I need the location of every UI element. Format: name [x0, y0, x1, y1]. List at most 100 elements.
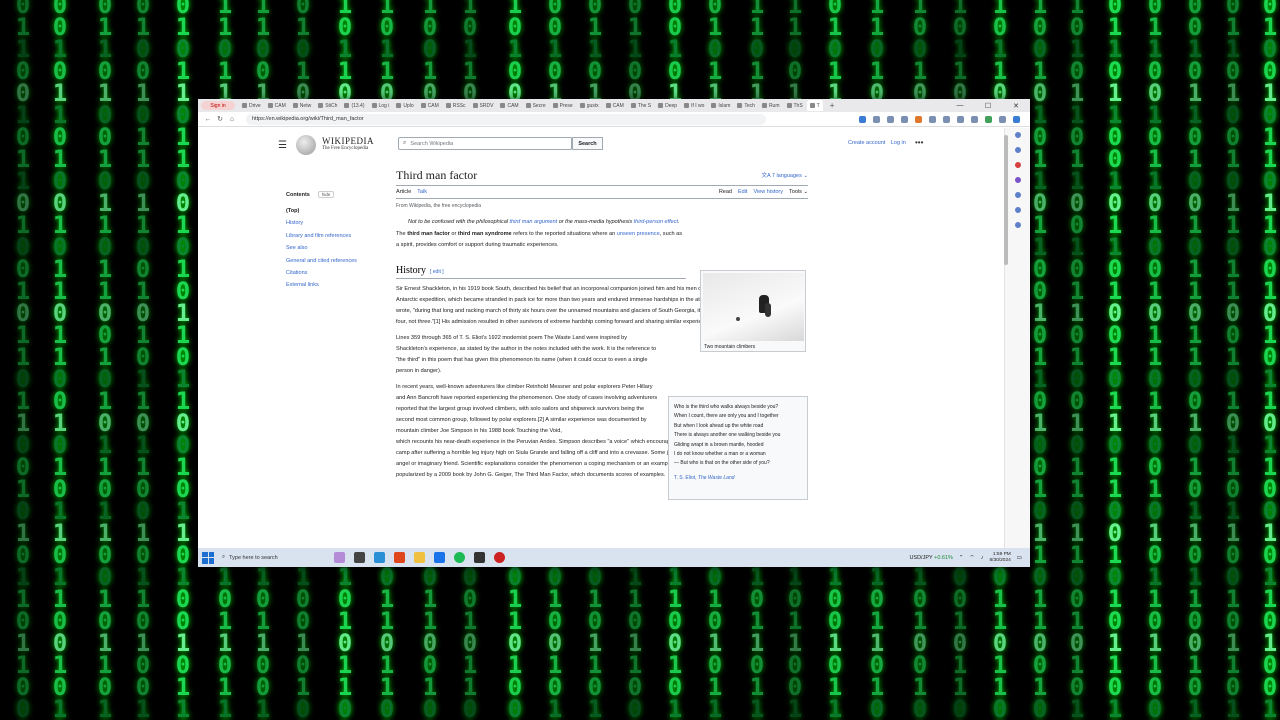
- browser-tab[interactable]: StiCh: [315, 100, 340, 111]
- browser-tab[interactable]: gustx: [577, 100, 602, 111]
- tools-menu[interactable]: Tools ⌄: [789, 189, 808, 195]
- tab-talk[interactable]: Talk: [417, 189, 427, 195]
- browser-tab[interactable]: CAM: [497, 100, 521, 111]
- reload-icon[interactable]: ↻: [214, 115, 226, 123]
- browser-tab[interactable]: If I wo: [681, 100, 707, 111]
- third-person-effect-link[interactable]: third-person effect: [634, 219, 678, 225]
- extension-icon[interactable]: [887, 115, 894, 123]
- wikipedia-wordmark[interactable]: WIKIPEDIA: [322, 136, 374, 146]
- browser-tab[interactable]: RSSc: [443, 100, 469, 111]
- sidebar-app-icon[interactable]: [1014, 222, 1021, 228]
- toc-item[interactable]: History: [286, 220, 386, 226]
- create-account-link[interactable]: Create account: [848, 140, 885, 146]
- tab-edit[interactable]: Edit: [738, 189, 747, 195]
- browser-tab[interactable]: Uplo: [393, 100, 416, 111]
- task-view-icon[interactable]: [354, 552, 365, 563]
- extension-icon[interactable]: [943, 115, 950, 123]
- tab-read[interactable]: Read: [719, 189, 732, 195]
- extension-icon[interactable]: [971, 115, 978, 123]
- extension-icon[interactable]: [859, 115, 866, 123]
- app-icon[interactable]: [474, 552, 485, 563]
- sidebar-app-icon[interactable]: [1014, 177, 1021, 183]
- toc-hide-button[interactable]: hide: [317, 191, 335, 198]
- minimize-icon[interactable]: —: [946, 102, 974, 110]
- quote-attribution[interactable]: T. S. Eliot, The Waste Land: [674, 474, 802, 483]
- browser-tab[interactable]: Log i: [369, 100, 393, 111]
- extension-icon[interactable]: [915, 115, 922, 123]
- back-icon[interactable]: ←: [202, 116, 214, 123]
- sidebar-app-icon[interactable]: [1014, 207, 1021, 213]
- toc-item[interactable]: See also: [286, 245, 386, 251]
- widgets-icon[interactable]: [334, 552, 345, 563]
- close-icon[interactable]: ✕: [1002, 102, 1030, 110]
- browser-tab[interactable]: CAM: [418, 100, 442, 111]
- toc-item[interactable]: Citations: [286, 270, 386, 276]
- app-icon[interactable]: [494, 552, 505, 563]
- sidebar-toggle-icon[interactable]: [1013, 115, 1020, 123]
- brave-icon[interactable]: [394, 552, 405, 563]
- toc-item[interactable]: (Top): [286, 208, 386, 214]
- third-man-argument-link[interactable]: third man argument: [510, 219, 558, 225]
- unseen-presence-link[interactable]: unseen presence: [617, 231, 660, 237]
- favicon-icon: [579, 103, 585, 108]
- log-in-link[interactable]: Log in: [891, 140, 906, 146]
- tab-view-history[interactable]: View history: [753, 189, 783, 195]
- network-icon[interactable]: ⌔: [970, 554, 975, 561]
- browser-tab[interactable]: SRDV: [470, 100, 497, 111]
- edit-section-link[interactable]: [ edit ]: [430, 269, 444, 275]
- notifications-icon[interactable]: ▭: [1017, 555, 1022, 561]
- search-icon[interactable]: [1014, 132, 1021, 138]
- chevron-up-icon[interactable]: ⌃: [959, 555, 964, 561]
- edge-icon[interactable]: [374, 552, 385, 563]
- menu-icon[interactable]: [999, 115, 1006, 123]
- search-input[interactable]: ⌕ Search Wikipedia: [398, 137, 572, 150]
- browser-tab[interactable]: The S: [628, 100, 654, 111]
- browser-tab[interactable]: CAM: [265, 100, 289, 111]
- tab-label: Drive: [249, 102, 261, 109]
- spotify-icon[interactable]: [454, 552, 465, 563]
- browser-tab[interactable]: Deep: [655, 100, 680, 111]
- toc-item[interactable]: External links: [286, 282, 386, 288]
- browser-tab[interactable]: Rum: [759, 100, 783, 111]
- file-explorer-icon[interactable]: [414, 552, 425, 563]
- tab-article[interactable]: Article: [396, 189, 411, 195]
- home-icon[interactable]: ⌂: [226, 116, 238, 123]
- browser-tab[interactable]: Prese: [550, 100, 576, 111]
- mail-icon[interactable]: [434, 552, 445, 563]
- browser-tab[interactable]: Secre: [523, 100, 549, 111]
- browser-tab[interactable]: Islam: [708, 100, 733, 111]
- extension-icon[interactable]: [873, 115, 880, 123]
- browser-tab[interactable]: T: [806, 100, 823, 111]
- clock[interactable]: 1:59 PM 8/30/2024: [989, 552, 1010, 564]
- browser-tab[interactable]: (13.4): [341, 100, 367, 111]
- toc-item[interactable]: Library and film references: [286, 233, 386, 239]
- profile-button[interactable]: Sign in: [201, 101, 235, 110]
- sidebar-app-icon[interactable]: [1014, 147, 1021, 153]
- volume-icon[interactable]: ♪: [981, 555, 984, 561]
- browser-tab[interactable]: CAM: [603, 100, 627, 111]
- search-button[interactable]: Search: [572, 137, 603, 150]
- new-tab-button[interactable]: +: [830, 101, 835, 110]
- more-options-icon[interactable]: •••: [915, 138, 923, 147]
- browser-tab[interactable]: Drive: [239, 100, 264, 111]
- sidebar-app-icon[interactable]: [1014, 162, 1021, 168]
- taskbar-search[interactable]: ⌕ Type here to search: [222, 551, 316, 564]
- mountain-climbers-image[interactable]: [703, 273, 804, 341]
- star-icon[interactable]: [901, 115, 908, 123]
- browser-tab[interactable]: ThS: [784, 100, 806, 111]
- scrollbar-thumb[interactable]: [1004, 135, 1008, 265]
- stock-ticker[interactable]: USD/JPY +0.61%: [909, 555, 952, 561]
- extension-icon[interactable]: [985, 115, 992, 123]
- sidebar-app-icon[interactable]: [1014, 192, 1021, 198]
- windows-start-icon[interactable]: [202, 551, 214, 564]
- url-input[interactable]: https://en.wikipedia.org/wiki/Third_man_…: [246, 113, 766, 125]
- wikipedia-globe-logo[interactable]: [296, 135, 316, 155]
- toc-item[interactable]: General and cited references: [286, 258, 386, 264]
- languages-button[interactable]: 文A 7 languages ⌄: [761, 171, 808, 179]
- main-menu-icon[interactable]: ☰: [278, 140, 287, 151]
- maximize-icon[interactable]: ☐: [974, 102, 1002, 110]
- browser-tab[interactable]: Netw: [290, 100, 314, 111]
- extension-icon[interactable]: [929, 115, 936, 123]
- browser-tab[interactable]: Tech: [734, 100, 758, 111]
- extension-icon[interactable]: [957, 115, 964, 123]
